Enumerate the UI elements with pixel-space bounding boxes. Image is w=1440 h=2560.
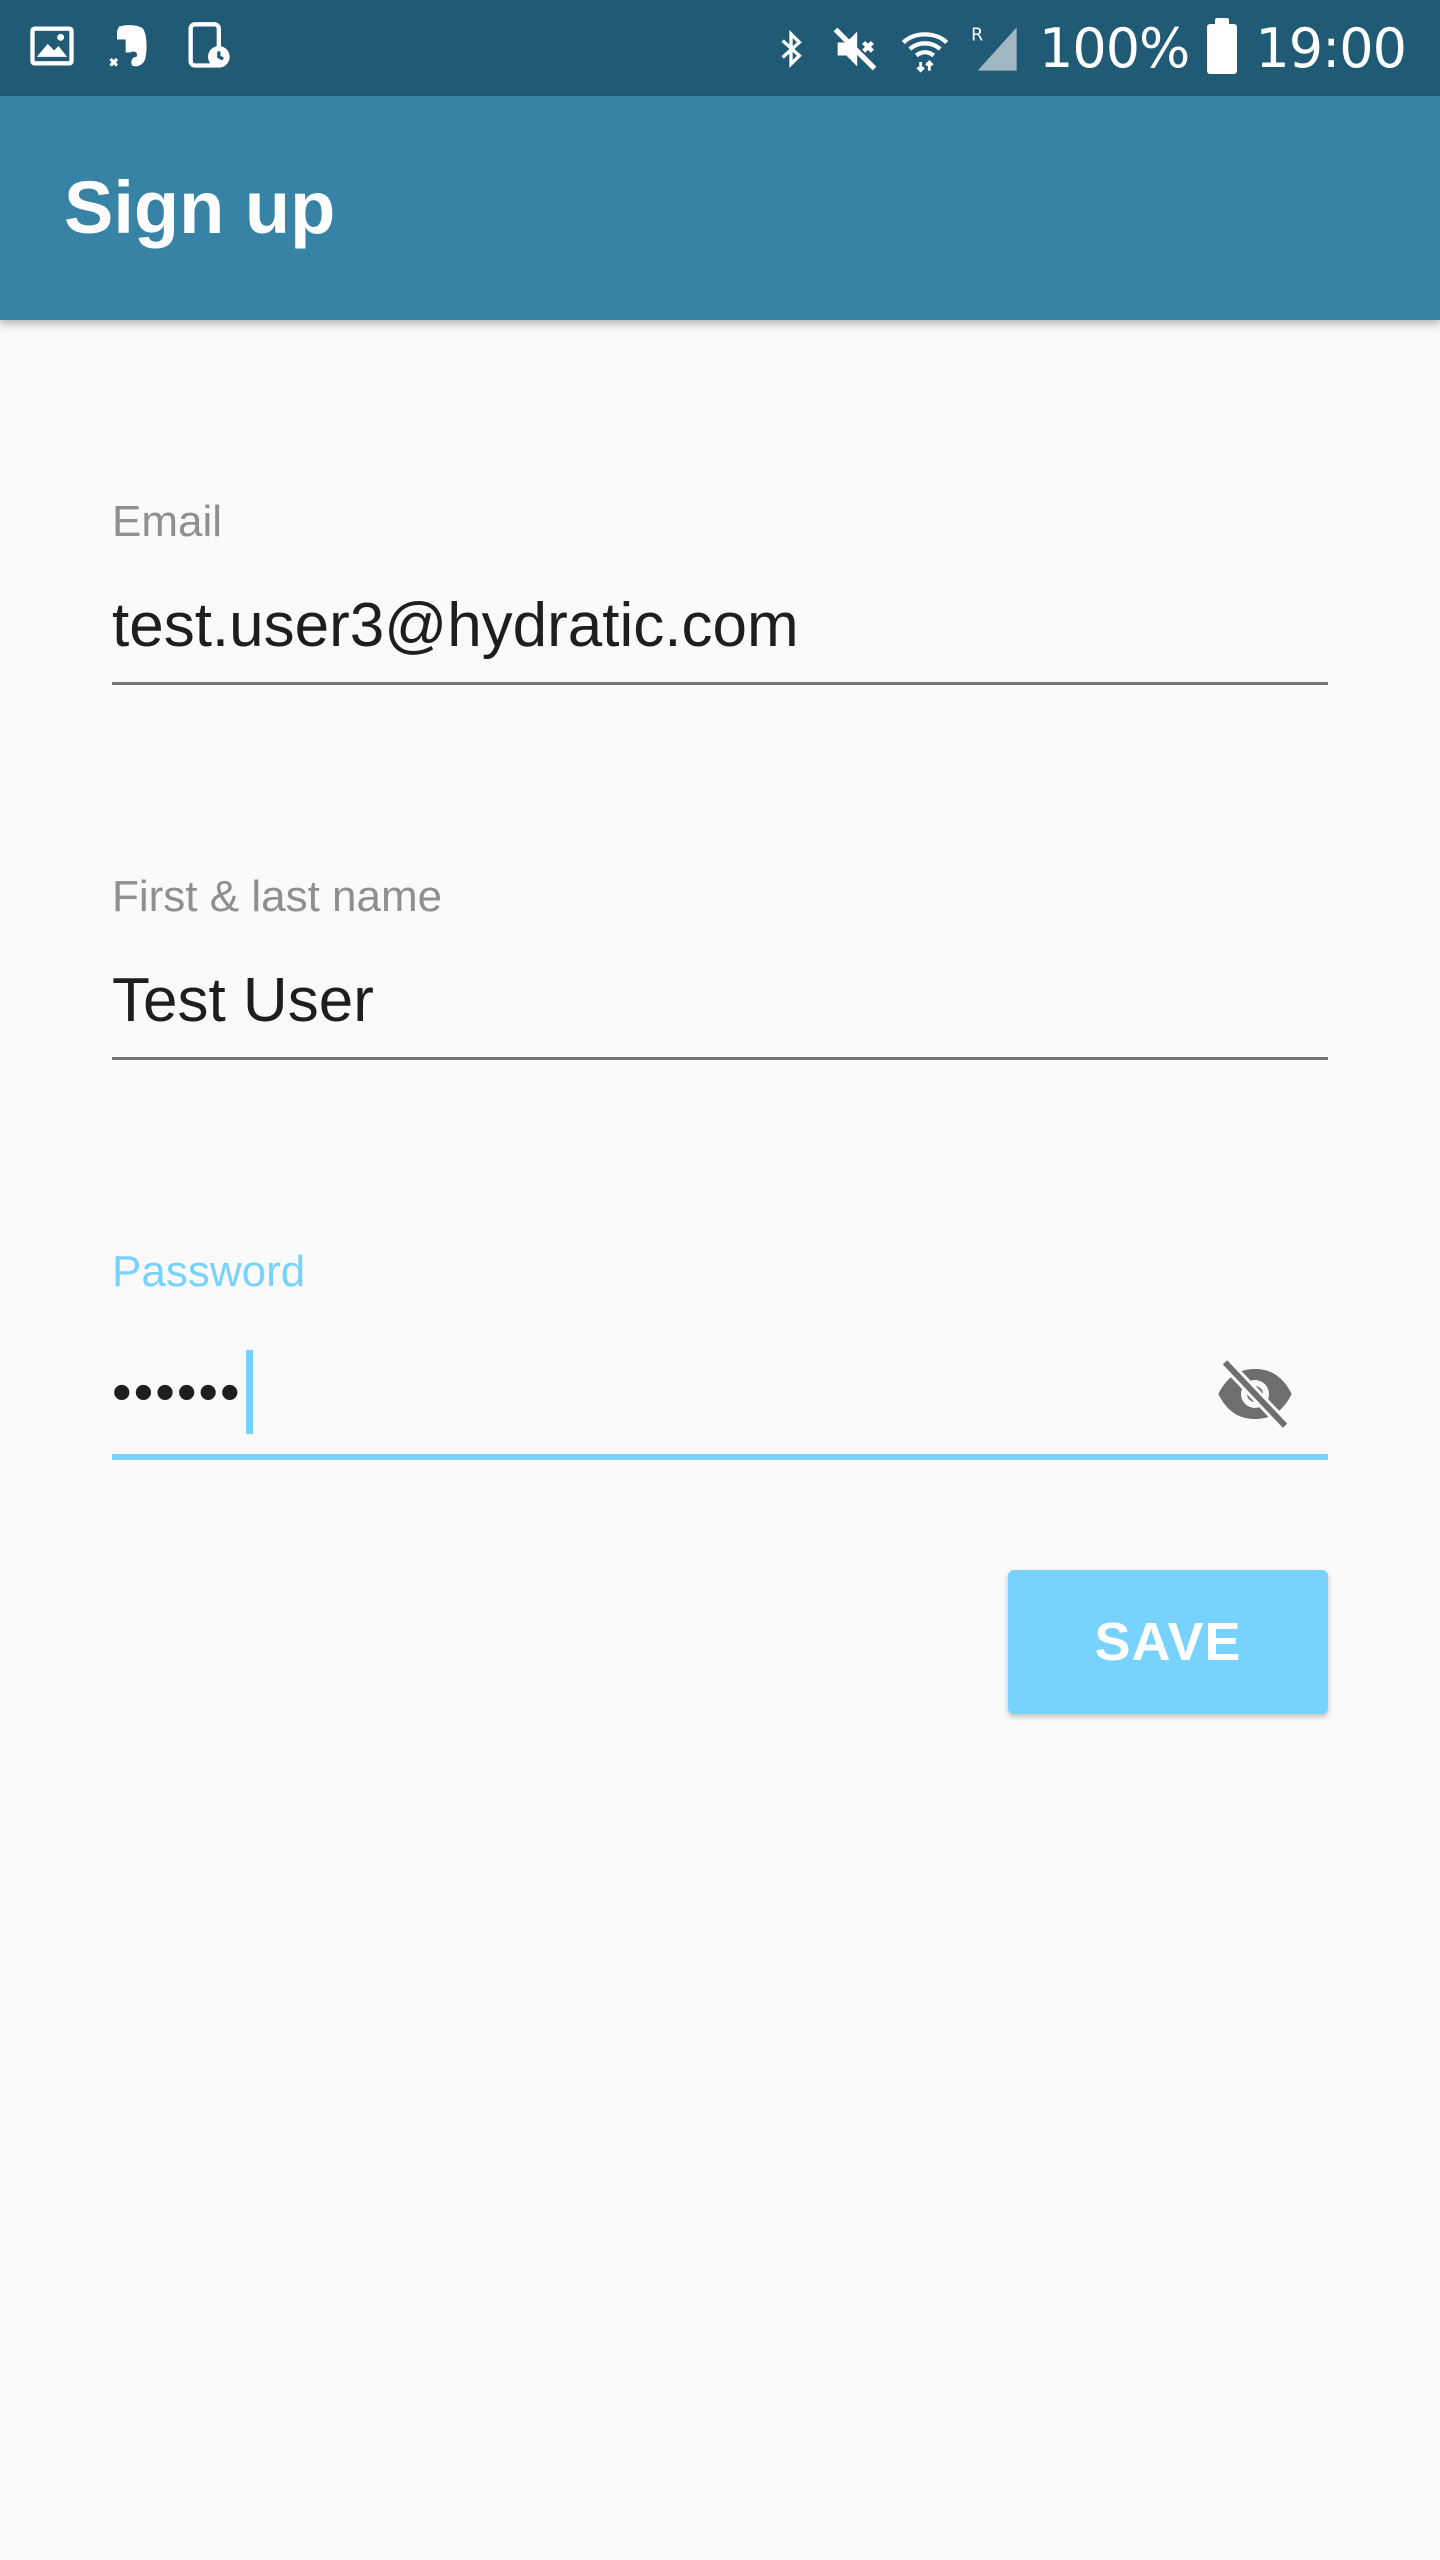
svg-text:R: R <box>971 25 983 45</box>
evernote-icon <box>109 25 147 67</box>
visibility-off-icon <box>1218 1358 1292 1430</box>
system-icons: R 100% 19:00 <box>771 14 1407 84</box>
wifi-icon <box>901 32 949 73</box>
text-cursor <box>245 1350 253 1434</box>
save-button[interactable]: SAVE <box>1008 1570 1328 1714</box>
gallery-icon <box>30 26 74 66</box>
name-label: First & last name <box>112 872 443 921</box>
page-title: Sign up <box>64 166 336 249</box>
name-underline <box>112 1057 1328 1060</box>
password-visibility-toggle[interactable] <box>1210 1354 1300 1434</box>
email-field[interactable]: Email test.user3@hydratic.com <box>112 494 1328 685</box>
bluetooth-icon <box>781 29 802 69</box>
password-underline <box>112 1454 1328 1460</box>
screen-record-icon <box>188 22 230 68</box>
mute-icon <box>833 27 877 71</box>
email-input[interactable]: test.user3@hydratic.com <box>112 586 1328 666</box>
email-underline <box>112 682 1328 685</box>
signal-icon: R <box>971 25 1017 71</box>
status-bar: R 100% 19:00 <box>0 0 1440 96</box>
password-field[interactable]: Password •••••• <box>112 1244 1328 1460</box>
battery-percent: 100% <box>1038 17 1190 80</box>
name-input[interactable]: Test User <box>112 961 1328 1041</box>
password-label: Password <box>112 1247 306 1296</box>
password-input[interactable]: •••••• <box>112 1350 1328 1434</box>
notification-icons <box>26 20 234 72</box>
battery-icon <box>1207 18 1238 74</box>
email-label: Email <box>112 497 223 546</box>
password-masked-value: •••••• <box>112 1360 242 1423</box>
clock: 19:00 <box>1255 17 1407 80</box>
name-field[interactable]: First & last name Test User <box>112 869 1328 1060</box>
app-bar: Sign up <box>0 96 1440 320</box>
